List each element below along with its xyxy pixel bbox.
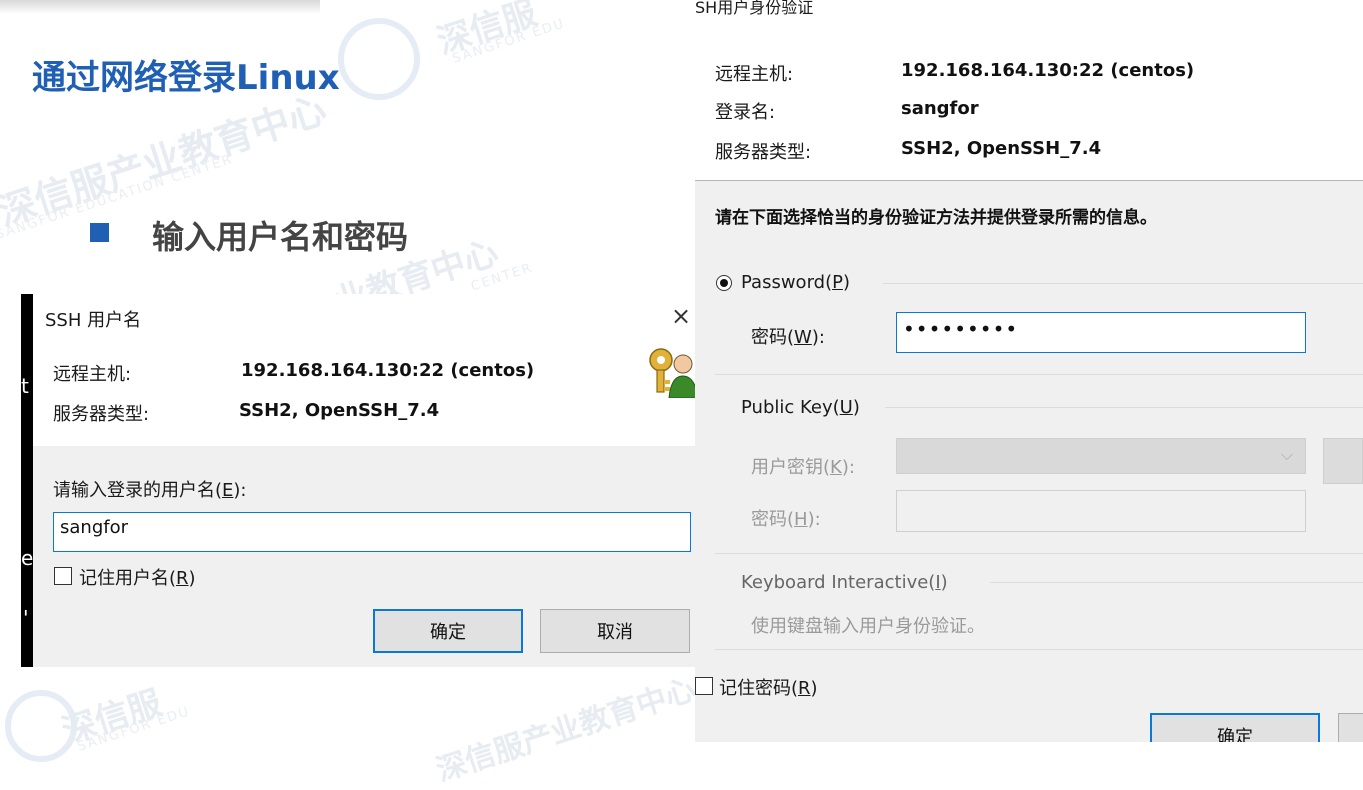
remote-host-label: 远程主机: <box>53 364 132 385</box>
remember-username-checkbox[interactable] <box>54 567 72 585</box>
password-input[interactable]: ••••••••• <box>896 312 1306 353</box>
auth-header: SH用户身份验证 远程主机: 192.168.164.130:22 (cento… <box>695 0 1363 180</box>
group-divider <box>883 283 1363 284</box>
close-icon[interactable]: × <box>671 302 691 330</box>
ok-button[interactable]: 确定 <box>373 609 523 653</box>
remember-password-label[interactable]: 记住密码(R) <box>719 674 818 700</box>
auth-instruction: 请在下面选择恰当的身份验证方法并提供登录所需的信息。 <box>715 208 1157 228</box>
bullet-square-icon <box>90 223 109 242</box>
dialog-content: SSH 用户名 × 远程主机: 192.168.164.130:22 (cent… <box>33 294 715 667</box>
ok-button[interactable]: 确定 <box>1150 713 1320 742</box>
group-divider <box>715 553 1363 554</box>
remote-host-value: 192.168.164.130:22 (centos) <box>901 60 1195 81</box>
remote-host-label: 远程主机: <box>715 64 794 85</box>
passphrase-input[interactable] <box>896 490 1306 532</box>
keyboard-option-label[interactable]: Keyboard Interactive(I) <box>741 572 948 593</box>
user-key-label: 用户密钥(K): <box>751 457 855 478</box>
server-type-value: SSH2, OpenSSH_7.4 <box>239 400 440 421</box>
group-divider <box>715 649 1363 650</box>
radio-selected-dot <box>720 279 728 287</box>
username-prompt: 请输入登录的用户名(E): <box>53 480 247 501</box>
edge-fragment: e <box>21 546 34 570</box>
remote-host-value: 192.168.164.130:22 (centos) <box>241 360 535 381</box>
server-type-label: 服务器类型: <box>53 404 150 425</box>
remember-username-label[interactable]: 记住用户名(R) <box>79 564 196 590</box>
bullet-heading: 输入用户名和密码 <box>152 218 409 256</box>
username-input[interactable]: sangfor <box>53 512 691 552</box>
watermark-text: 深信服产业教育中心 <box>432 671 700 789</box>
keyboard-desc: 使用键盘输入用户身份验证。 <box>751 616 985 637</box>
group-divider <box>990 582 1363 583</box>
chevron-down-icon: ⌵ <box>1280 445 1293 464</box>
server-type-value: SSH2, OpenSSH_7.4 <box>901 138 1102 159</box>
group-divider <box>715 374 1363 375</box>
login-name-value: sangfor <box>901 98 979 119</box>
user-key-select[interactable]: ⌵ <box>896 438 1306 474</box>
login-name-label: 登录名: <box>715 102 776 123</box>
top-shadow <box>0 0 320 14</box>
watermark-circle <box>338 18 420 100</box>
ssh-username-dialog: t e ' SSH 用户名 × 远程主机: 192.168.164.130:22… <box>21 294 737 667</box>
page-title: 通过网络登录Linux <box>32 58 340 98</box>
dialog-title: SSH 用户名 <box>45 310 142 331</box>
auth-body: 请在下面选择恰当的身份验证方法并提供登录所需的信息。 Password(P) 密… <box>695 180 1363 742</box>
password-radio[interactable] <box>716 275 732 291</box>
server-type-label: 服务器类型: <box>715 142 812 163</box>
passphrase-label: 密码(H): <box>751 509 821 530</box>
keys-user-icon <box>649 348 699 398</box>
cancel-button[interactable] <box>1338 713 1363 742</box>
group-divider <box>885 407 1363 408</box>
browse-button[interactable] <box>1323 438 1363 484</box>
remember-password-checkbox[interactable] <box>695 677 713 695</box>
password-option-label[interactable]: Password(P) <box>741 272 850 293</box>
dialog-title: SH用户身份验证 <box>695 0 814 17</box>
ssh-auth-dialog: SH用户身份验证 远程主机: 192.168.164.130:22 (cento… <box>695 0 1363 742</box>
edge-fragment: ' <box>23 606 29 630</box>
edge-fragment: t <box>21 374 29 398</box>
publickey-option-label[interactable]: Public Key(U) <box>741 397 860 418</box>
dialog-body: 请输入登录的用户名(E): sangfor 记住用户名(R) 确定 取消 <box>33 446 715 667</box>
password-field-label: 密码(W): <box>751 327 825 348</box>
cancel-button[interactable]: 取消 <box>540 609 690 653</box>
